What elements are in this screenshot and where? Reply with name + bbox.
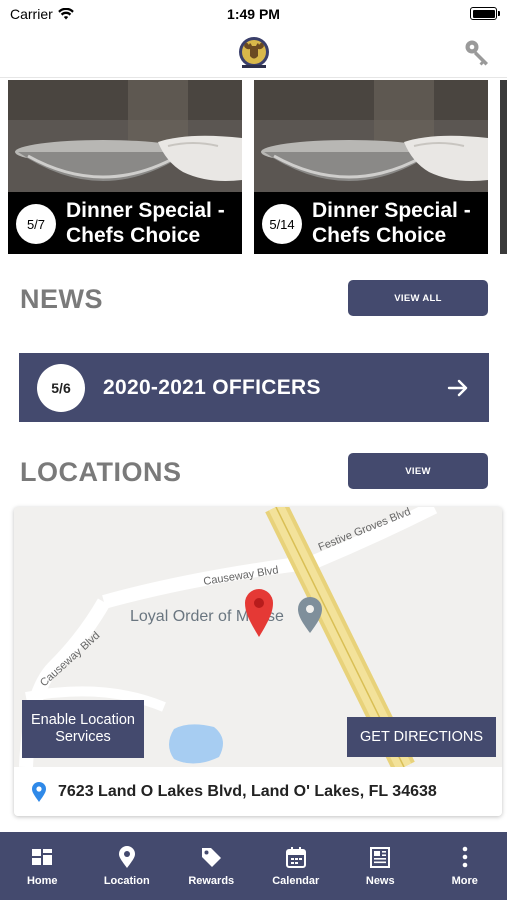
tab-label: More	[451, 875, 478, 887]
special-caption: 5/14 Dinner Special - Chefs Choice	[254, 192, 488, 254]
news-item[interactable]: 5/6 2020-2021 OFFICERS	[19, 353, 489, 422]
calendar-icon	[285, 847, 306, 868]
address-text: 7623 Land O Lakes Blvd, Land O' Lakes, F…	[58, 782, 437, 800]
status-time: 1:49 PM	[227, 6, 280, 22]
special-card[interactable]: 5/7 Dinner Special - Chefs Choice	[8, 80, 242, 254]
news-date: 5/6	[37, 363, 85, 412]
tab-more[interactable]: More	[423, 832, 507, 900]
special-title: Dinner Special - Chefs Choice	[312, 199, 471, 247]
view-all-news-button[interactable]: VIEW ALL	[348, 280, 488, 316]
special-photo	[254, 80, 488, 192]
address-bar[interactable]: 7623 Land O Lakes Blvd, Land O' Lakes, F…	[14, 767, 502, 816]
status-bar: Carrier 1:49 PM	[0, 0, 507, 28]
bottom-tab-bar: Home Location Rewards Calendar News More	[0, 832, 507, 900]
battery-icon	[470, 7, 500, 20]
moose-lodge-logo	[239, 37, 269, 68]
special-date: 5/14	[262, 204, 302, 244]
special-date: 5/7	[16, 204, 56, 244]
tab-location[interactable]: Location	[85, 832, 170, 900]
view-locations-button[interactable]: VIEW	[348, 453, 488, 489]
home-grid-icon	[32, 849, 53, 865]
location-pin-icon	[32, 781, 46, 802]
tab-label: Home	[26, 875, 58, 887]
app-header	[0, 28, 507, 78]
special-photo	[8, 80, 242, 192]
tab-rewards[interactable]: Rewards	[169, 832, 254, 900]
specials-carousel[interactable]: 5/7 Dinner Special - Chefs Choice 5/14 D…	[0, 80, 507, 256]
key-icon[interactable]	[463, 38, 493, 68]
news-heading: NEWS	[20, 284, 103, 314]
tab-news[interactable]: News	[338, 832, 423, 900]
arrow-right-icon	[447, 379, 468, 396]
tab-label: Rewards	[188, 875, 235, 887]
special-title: Dinner Special - Chefs Choice	[66, 199, 225, 247]
location-map-card: Causeway Blvd Festive Groves Blvd Causew…	[14, 507, 502, 816]
tag-icon	[202, 848, 222, 867]
location-pin-icon	[118, 846, 135, 868]
special-card-peek[interactable]	[500, 80, 507, 254]
more-dots-icon	[462, 846, 468, 868]
locations-heading: LOCATIONS	[20, 457, 182, 487]
special-card[interactable]: 5/14 Dinner Special - Chefs Choice	[254, 80, 488, 254]
news-title: 2020-2021 OFFICERS	[103, 375, 321, 399]
tab-home[interactable]: Home	[0, 832, 85, 900]
special-caption: 5/7 Dinner Special - Chefs Choice	[8, 192, 242, 254]
enable-location-services-button[interactable]: Enable Location Services	[22, 700, 144, 758]
tab-label: Location	[103, 875, 150, 887]
newspaper-icon	[370, 847, 391, 868]
get-directions-button[interactable]: GET DIRECTIONS	[347, 717, 496, 757]
tab-calendar[interactable]: Calendar	[254, 832, 339, 900]
tab-label: News	[365, 875, 395, 887]
tab-label: Calendar	[272, 875, 320, 887]
